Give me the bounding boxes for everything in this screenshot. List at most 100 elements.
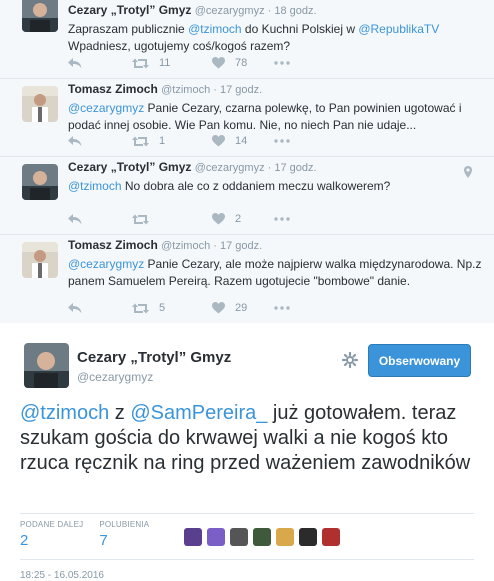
tweet-actions: 2 [68,213,294,225]
author-name[interactable]: Cezary „Trotyl” Gmyz [77,349,231,366]
retweet-count[interactable]: 2 [20,532,83,549]
author-handle[interactable]: @cezarygmyz [195,5,265,17]
tweet-text-segment: z [109,402,131,424]
location-pin-icon[interactable] [464,165,472,183]
author-name[interactable]: Cezary „Trotyl” Gmyz [68,160,191,174]
retweet-button[interactable]: 5 [132,302,212,314]
more-button[interactable] [274,306,294,310]
separator-dot: · [210,84,220,96]
liker-avatar[interactable] [253,528,272,546]
avatar[interactable] [22,0,58,32]
tweet-time[interactable]: 17 godz. [220,240,262,252]
tweet-text: @cezarygmyz Panie Cezary, ale może najpi… [68,256,484,290]
more-button[interactable] [274,139,294,143]
like-button[interactable]: 78 [212,57,274,69]
retweet-icon [132,136,149,147]
tweet-header: Cezary „Trotyl” Gmyz @cezarygmyz · 18 go… [68,3,484,19]
reply-icon [68,302,82,314]
tweet-stats: PODANE DALEJ 2 POLUBIENIA 7 [20,513,474,560]
tweet-time[interactable]: 18 godz. [274,5,316,17]
more-button[interactable] [274,61,294,65]
retweet-count: 5 [159,302,166,314]
reply-icon [68,57,82,69]
separator-dot: · [210,240,220,252]
reply-icon [68,135,82,147]
like-stat[interactable]: POLUBIENIA 7 [99,520,149,549]
separator-dot: · [264,5,275,17]
like-count[interactable]: 7 [99,532,149,549]
retweet-button[interactable] [132,214,212,225]
mention-link[interactable]: @tzimoch [68,179,122,193]
author-handle[interactable]: @tzimoch [161,240,210,252]
reply-button[interactable] [68,135,132,147]
mention-link[interactable]: @SamPereira_ [130,402,267,424]
tweet-time[interactable]: 17 godz. [274,162,316,174]
tweet-text-segment: No dobra ale co z oddaniem meczu walkowe… [121,179,391,193]
liker-avatar[interactable] [207,528,226,546]
tweet-text-segment: Zapraszam publicznie [68,22,189,36]
tweet-actions: 5 29 [68,302,294,314]
gear-icon[interactable] [341,351,359,373]
tweet-actions: 1 14 [68,135,294,147]
reply-button[interactable] [68,213,132,225]
avatar[interactable] [24,343,69,388]
more-icon [274,61,290,65]
likers-avatars [184,528,345,546]
reply-button[interactable] [68,302,132,314]
mention-link[interactable]: @tzimoch [20,402,109,424]
like-button[interactable]: 2 [212,213,274,225]
mention-link[interactable]: @cezarygmyz [68,101,144,115]
mention-link[interactable]: @tzimoch [188,22,242,36]
liker-avatar[interactable] [276,528,295,546]
tweet-text-segment: Wpadniesz, ugotujemy coś/kogoś razem? [68,39,291,53]
tweet-actions: 11 78 [68,57,294,69]
mention-link[interactable]: @cezarygmyz [68,257,144,271]
focused-tweet: Cezary „Trotyl” Gmyz @cezarygmyz Obserwo… [0,323,494,581]
heart-icon [212,135,225,147]
author-handle[interactable]: @tzimoch [161,84,210,96]
like-button[interactable]: 29 [212,302,274,314]
tweet-text: Zapraszam publicznie @tzimoch do Kuchni … [68,21,484,55]
follow-button[interactable]: Obserwowany [368,344,471,377]
heart-icon [212,213,225,225]
liker-avatar[interactable] [322,528,341,546]
thread-tweet[interactable]: Tomasz Zimoch @tzimoch · 17 godz. @cezary… [0,79,494,157]
thread-tweet[interactable]: Cezary „Trotyl” Gmyz @cezarygmyz · 17 go… [0,157,494,235]
author-name[interactable]: Tomasz Zimoch [68,82,158,96]
retweet-count: 1 [159,135,166,147]
avatar[interactable] [22,164,58,200]
like-count: 14 [235,135,248,147]
like-count: 78 [235,57,248,69]
author-handle[interactable]: @cezarygmyz [77,370,153,384]
retweet-icon [132,58,149,69]
tweet-time[interactable]: 17 godz. [220,84,262,96]
liker-avatar[interactable] [184,528,203,546]
author-name[interactable]: Cezary „Trotyl” Gmyz [68,3,191,17]
retweet-button[interactable]: 1 [132,135,212,147]
mention-link[interactable]: @RepublikaTV [358,22,439,36]
more-button[interactable] [274,217,294,221]
tweet-text: @tzimoch z @SamPereira_ już gotowałem. t… [20,401,480,476]
liker-avatar[interactable] [230,528,249,546]
heart-icon [212,57,225,69]
liker-avatar[interactable] [299,528,318,546]
retweet-button[interactable]: 11 [132,57,212,69]
tweet-header: Cezary „Trotyl” Gmyz @cezarygmyz · 17 go… [68,160,484,176]
retweet-icon [132,214,149,225]
reply-button[interactable] [68,57,132,69]
avatar[interactable] [22,242,58,278]
author-handle[interactable]: @cezarygmyz [195,162,265,174]
separator-dot: · [264,162,275,174]
tweet-text-segment: do Kuchni Polskiej w [241,22,359,36]
thread-tweet[interactable]: Cezary „Trotyl” Gmyz @cezarygmyz · 18 go… [0,0,494,79]
avatar[interactable] [22,86,58,122]
retweet-stat[interactable]: PODANE DALEJ 2 [20,520,83,549]
tweet-date[interactable]: 18:25 - 16.05.2016 [20,570,104,581]
tweet-header: Tomasz Zimoch @tzimoch · 17 godz. [68,82,484,98]
tweet-text: @tzimoch No dobra ale co z oddaniem mecz… [68,178,484,195]
tweet-header: Tomasz Zimoch @tzimoch · 17 godz. [68,238,484,254]
like-button[interactable]: 14 [212,135,274,147]
thread-tweet[interactable]: Tomasz Zimoch @tzimoch · 17 godz. @cezary… [0,235,494,323]
author-name[interactable]: Tomasz Zimoch [68,238,158,252]
retweet-icon [132,303,149,314]
